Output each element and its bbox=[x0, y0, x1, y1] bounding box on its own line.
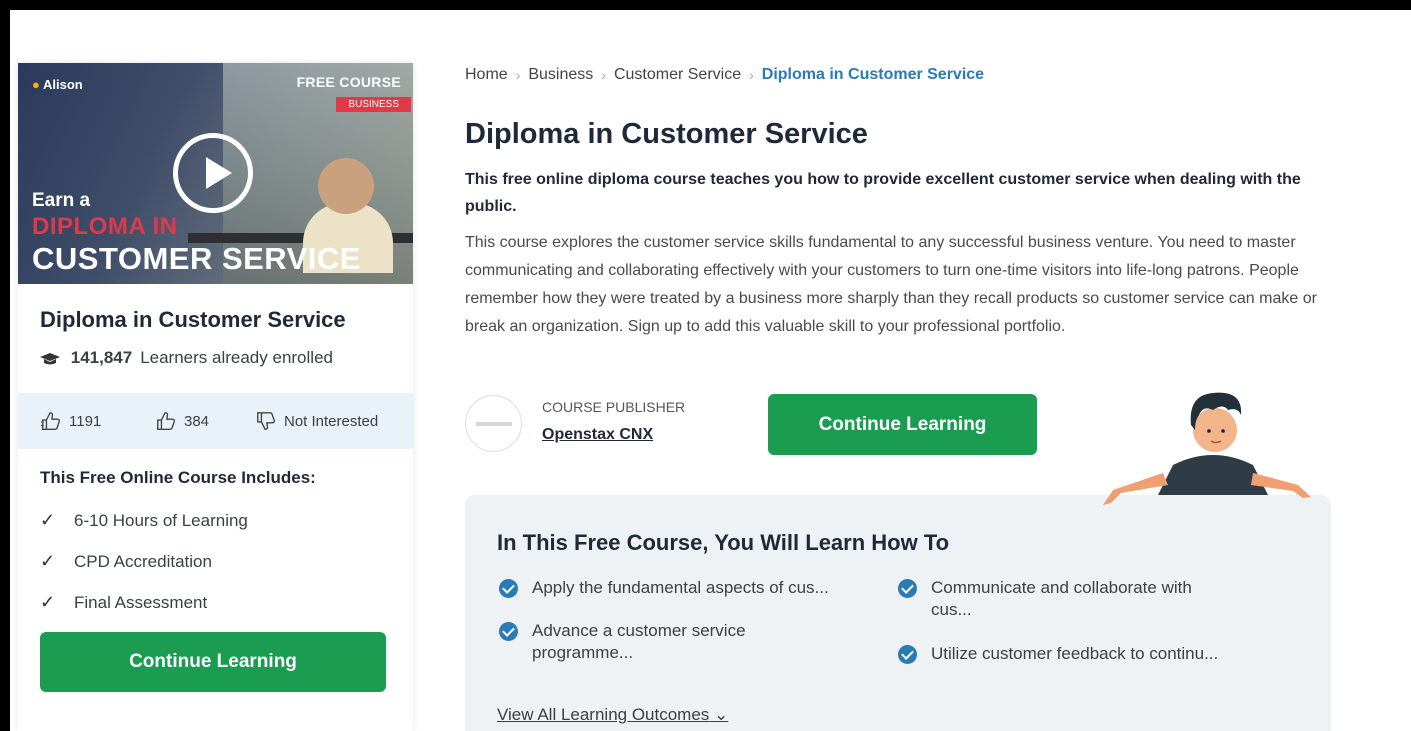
include-item: ✓ Final Assessment bbox=[40, 592, 208, 612]
learners-enrolled: 141,847 Learners already enrolled bbox=[40, 348, 333, 368]
category-tag: BUSINESS bbox=[336, 97, 411, 112]
check-icon: ✓ bbox=[40, 510, 56, 530]
breadcrumb-customer-service[interactable]: Customer Service bbox=[614, 66, 741, 84]
learners-count: 141,847 bbox=[70, 348, 133, 367]
publisher-link[interactable]: Openstax CNX bbox=[542, 426, 653, 444]
alison-logo: ● Alison bbox=[32, 77, 83, 92]
course-description: This course explores the customer servic… bbox=[465, 234, 1317, 335]
thumbs-up-count: 384 bbox=[184, 412, 210, 430]
check-circle-icon bbox=[499, 579, 518, 598]
check-icon: ✓ bbox=[40, 592, 56, 612]
thumbs-down-icon bbox=[257, 412, 276, 430]
includes-title: This Free Online Course Includes: bbox=[40, 468, 316, 487]
breadcrumb-home[interactable]: Home bbox=[465, 66, 508, 84]
breadcrumb-business[interactable]: Business bbox=[528, 66, 593, 84]
rating-bar: 1191 384 Not Interested bbox=[18, 393, 413, 449]
outcome-item: Communicate and collaborate with cus... bbox=[898, 577, 1218, 621]
thumbs-up-icon bbox=[157, 412, 176, 430]
chevron-right-icon: › bbox=[601, 67, 606, 83]
publisher-logo[interactable] bbox=[465, 395, 522, 452]
learners-text: Learners already enrolled bbox=[140, 348, 333, 367]
thumbnail-cs-text: CUSTOMER SERVICE bbox=[32, 241, 361, 276]
mascot-illustration bbox=[1103, 392, 1311, 505]
card-continue-learning-button[interactable]: Continue Learning bbox=[40, 632, 386, 692]
check-circle-icon bbox=[898, 645, 917, 664]
free-course-label: FREE COURSE bbox=[296, 74, 401, 90]
chevron-right-icon: › bbox=[749, 67, 754, 83]
like-button[interactable]: 1191 bbox=[40, 410, 101, 432]
page-title: Diploma in Customer Service bbox=[465, 118, 868, 150]
breadcrumb-current[interactable]: Diploma in Customer Service bbox=[762, 66, 984, 84]
chevron-right-icon: › bbox=[515, 67, 521, 83]
not-interested-button[interactable]: Not Interested bbox=[255, 410, 378, 432]
likes-count: 1191 bbox=[69, 412, 102, 430]
include-item: ✓ 6-10 Hours of Learning bbox=[40, 510, 248, 530]
graduation-cap-icon bbox=[40, 352, 60, 365]
breadcrumb: Home › Business › Customer Service › Dip… bbox=[465, 66, 984, 84]
course-thumbnail[interactable]: ● Alison FREE COURSE BUSINESS Earn a DIP… bbox=[18, 63, 413, 284]
chevron-down-icon: ⌄ bbox=[714, 705, 729, 724]
like-icon bbox=[40, 412, 61, 430]
check-circle-icon bbox=[499, 622, 518, 641]
view-all-outcomes-link[interactable]: View All Learning Outcomes ⌄ bbox=[497, 705, 728, 725]
play-icon[interactable] bbox=[173, 133, 253, 213]
thumbnail-person-head bbox=[318, 158, 374, 214]
learning-outcomes-panel: In This Free Course, You Will Learn How … bbox=[465, 495, 1331, 731]
thumbs-up-button[interactable]: 384 bbox=[155, 410, 209, 432]
outcome-item: Advance a customer service programme... bbox=[499, 620, 789, 664]
outcome-item: Apply the fundamental aspects of cus... bbox=[499, 577, 859, 599]
page: ● Alison FREE COURSE BUSINESS Earn a DIP… bbox=[10, 10, 1411, 731]
thumbnail-diploma-text: DIPLOMA IN bbox=[32, 213, 178, 240]
thumbnail-earn-text: Earn a bbox=[32, 190, 91, 211]
check-circle-icon bbox=[898, 579, 917, 598]
course-card: ● Alison FREE COURSE BUSINESS Earn a DIP… bbox=[18, 63, 413, 731]
include-item: ✓ CPD Accreditation bbox=[40, 551, 212, 571]
main-continue-learning-button[interactable]: Continue Learning bbox=[768, 394, 1037, 455]
not-interested-label: Not Interested bbox=[284, 412, 379, 430]
card-course-title: Diploma in Customer Service bbox=[40, 307, 346, 332]
check-icon: ✓ bbox=[40, 551, 56, 571]
publisher-label: COURSE PUBLISHER bbox=[542, 399, 686, 415]
course-lead: This free online diploma course teaches … bbox=[465, 171, 1301, 215]
outcome-item: Utilize customer feedback to continu... bbox=[898, 643, 1258, 665]
outcomes-title: In This Free Course, You Will Learn How … bbox=[497, 530, 950, 555]
